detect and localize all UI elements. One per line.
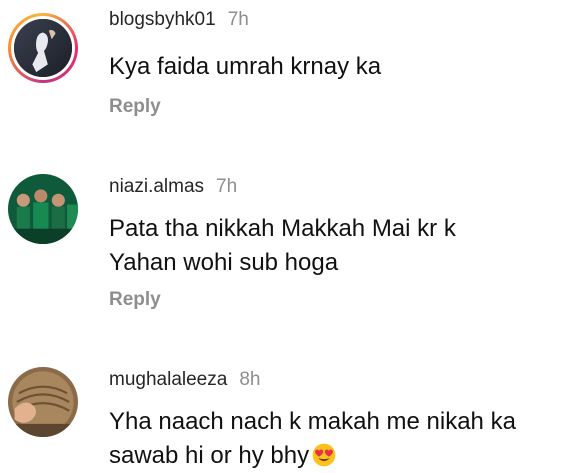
basket-photo-icon — [8, 367, 78, 437]
username-link[interactable]: niazi.almas — [109, 176, 204, 197]
heart-eyes-emoji-icon — [311, 442, 337, 468]
team-photo-icon — [8, 174, 78, 244]
avatar[interactable] — [8, 13, 78, 83]
comment-header: niazi.almas 7h — [109, 176, 237, 198]
avatar-image — [8, 367, 78, 437]
comment-header: mughalaleeza 8h — [109, 369, 260, 391]
avatar[interactable] — [8, 367, 78, 437]
timestamp: 8h — [239, 369, 261, 390]
avatar-image — [8, 174, 78, 244]
comment-text-line: Yha naach nach k makah me nikah ka — [109, 408, 516, 435]
comment-text-line: sawab hi or hy bhy — [109, 442, 310, 469]
reply-button[interactable]: Reply — [109, 289, 161, 311]
timestamp: 7h — [216, 176, 238, 197]
avatar-image — [11, 16, 75, 80]
comment-text: Yha naach nach k makah me nikah ka sawab… — [109, 405, 559, 473]
username-link[interactable]: mughalaleeza — [109, 369, 227, 390]
comment-text: Kya faida umrah krnay ka — [109, 53, 382, 80]
comment-text-line-with-emoji: sawab hi or hy bhy — [109, 439, 559, 473]
username-link[interactable]: blogsbyhk01 — [109, 9, 216, 30]
comment-header: blogsbyhk01 7h — [109, 9, 249, 31]
comment-text-line: Yahan wohi sub hoga — [109, 249, 339, 276]
timestamp: 7h — [227, 9, 249, 30]
comment-text-line: Pata tha nikkah Makkah Mai kr k — [109, 215, 456, 242]
avatar[interactable] — [8, 174, 78, 244]
reply-button[interactable]: Reply — [109, 96, 161, 118]
user-photo-icon — [14, 19, 72, 77]
comment-text: Pata tha nikkah Makkah Mai kr k Yahan wo… — [109, 212, 559, 280]
